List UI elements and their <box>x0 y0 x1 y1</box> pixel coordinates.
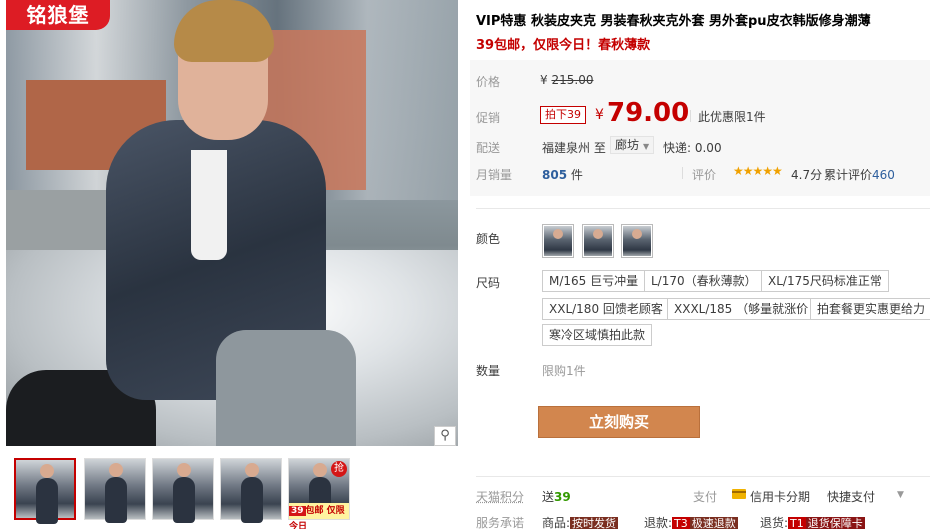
product-subtitle: 39包邮，仅限今日！春秋薄款 <box>476 38 651 53</box>
service-return-code: T1 <box>788 517 806 529</box>
color-option-image <box>544 226 572 256</box>
quickpay-option[interactable]: 快捷支付 <box>827 488 875 505</box>
monthly-sales-unit: 件 <box>570 168 583 182</box>
chevron-down-icon: ▼ <box>643 142 650 151</box>
ship-origin: 福建泉州 至 <box>542 139 606 156</box>
color-option-image <box>623 226 651 256</box>
magnifier-icon[interactable]: ⚲ <box>434 426 456 446</box>
main-product-image[interactable] <box>6 0 458 446</box>
monthly-sales-count: 805 <box>542 168 568 182</box>
thumbnail-model <box>105 477 127 523</box>
color-option-image <box>584 226 612 256</box>
price-label: 价格 <box>476 75 501 89</box>
shipping-label: 配送 <box>476 141 501 155</box>
thumbnail-model <box>36 478 58 524</box>
promo-tag: 拍下39 <box>540 106 586 124</box>
size-option-xxl[interactable]: XXL/180 回馈老顾客 <box>542 298 670 320</box>
quantity-limit-note: 限购1件 <box>542 364 586 378</box>
monthly-sales: 805 件 <box>542 166 583 183</box>
review-label: 评价 <box>681 167 717 182</box>
service-return-badge: 退货保障卡 <box>805 517 865 529</box>
thumbnail-2[interactable] <box>84 458 146 523</box>
original-price: ¥ 215.00 <box>540 73 593 87</box>
color-option-3[interactable] <box>621 224 653 258</box>
size-option-xl[interactable]: XL/175尺码标准正常 <box>761 270 889 292</box>
ship-destination-select[interactable]: 廊坊 ▼ <box>610 136 655 154</box>
points-prefix: 送 <box>542 490 555 504</box>
thumbnail-grab-tag: 抢 <box>331 461 347 477</box>
thumbnail-promo-banner: 39 包邮 仅限今日 <box>289 503 349 529</box>
promo-label: 促销 <box>476 111 501 125</box>
thumbnail-model <box>241 477 263 523</box>
size-label: 尺码 <box>476 276 501 290</box>
size-option-bundle[interactable]: 拍套餐更实惠更给力 <box>810 298 930 320</box>
ship-destination-value: 廊坊 <box>615 138 640 152</box>
buy-now-button[interactable]: 立刻购买 <box>538 406 700 438</box>
thumbnail-promo-price: 39 <box>289 506 306 516</box>
shipping-fee: 快递: 0.00 <box>663 141 722 155</box>
thumbnail-model-head <box>109 463 123 477</box>
model-jeans <box>216 330 356 446</box>
thumbnail-model <box>173 477 195 523</box>
service-refund-badge: 极速退款 <box>689 517 738 529</box>
thumbnail-model-head <box>313 463 327 477</box>
service-refund[interactable]: 退款: T3 极速退款 <box>644 514 738 529</box>
thumbnail-1[interactable] <box>14 458 76 524</box>
product-title: VIP特惠 秋装皮夹克 男装春秋夹克外套 男外套pu皮衣韩版修身潮薄 <box>476 14 871 29</box>
size-option-xxxl[interactable]: XXXL/185 （够量就涨价 <box>667 298 816 320</box>
review-count-link[interactable]: 累计评价460 <box>824 166 895 183</box>
thumbnail-5[interactable]: 抢 39 包邮 仅限今日 <box>288 458 350 529</box>
promo-limit-note: 此优惠限1件 <box>690 110 766 124</box>
review-count-prefix: 累计评价 <box>824 168 873 182</box>
divider <box>476 208 930 209</box>
model-shirt <box>191 150 227 260</box>
thumbnail-4[interactable] <box>220 458 282 523</box>
service-return-prefix: 退货: <box>760 516 789 529</box>
service-label: 服务承诺 <box>476 516 525 529</box>
color-option-2[interactable] <box>582 224 614 258</box>
service-shipping[interactable]: 商品: 按时发货 <box>542 514 619 529</box>
color-label: 颜色 <box>476 232 501 246</box>
color-option-1[interactable] <box>542 224 574 258</box>
thumbnail-3[interactable] <box>152 458 214 523</box>
ship-to-word: 至 <box>593 141 606 155</box>
service-return[interactable]: 退货: T1 退货保障卡 <box>760 514 865 529</box>
thumbnail-model-head <box>177 463 191 477</box>
original-price-value: 215.00 <box>551 73 594 87</box>
star-rating-icon: ★★★★★ <box>733 164 783 178</box>
review-score: 4.7分 <box>791 168 823 182</box>
installment-option[interactable]: 信用卡分期 <box>750 488 810 505</box>
service-shipping-badge: 按时发货 <box>570 517 619 529</box>
current-currency: ¥ <box>595 107 604 123</box>
review-count-value: 460 <box>872 168 895 182</box>
tmall-points: 送39 <box>542 488 571 505</box>
size-option-l[interactable]: L/170（春秋薄款） <box>644 270 764 292</box>
points-value: 39 <box>554 490 571 504</box>
payment-label: 支付 <box>693 490 718 504</box>
tmall-points-label[interactable]: 天猫积分 <box>476 488 524 505</box>
service-refund-prefix: 退款: <box>644 516 673 529</box>
quantity-label: 数量 <box>476 364 501 378</box>
thumbnail-model-head <box>40 464 54 478</box>
brand-badge: 铭狼堡 <box>6 0 110 30</box>
service-refund-code: T3 <box>672 517 690 529</box>
current-price: 79.00 <box>607 98 690 128</box>
service-shipping-prefix: 商品: <box>542 516 571 529</box>
original-currency: ¥ <box>540 73 548 87</box>
size-option-m[interactable]: M/165 巨亏冲量 <box>542 270 646 292</box>
monthly-sales-label: 月销量 <box>476 168 513 182</box>
credit-card-icon <box>732 489 746 499</box>
ship-origin-city: 福建泉州 <box>542 141 591 155</box>
chevron-down-icon[interactable]: ▼ <box>897 490 904 500</box>
size-option-cold[interactable]: 寒冷区域慎拍此款 <box>542 324 653 346</box>
thumbnail-model-head <box>245 463 259 477</box>
divider <box>476 476 930 477</box>
